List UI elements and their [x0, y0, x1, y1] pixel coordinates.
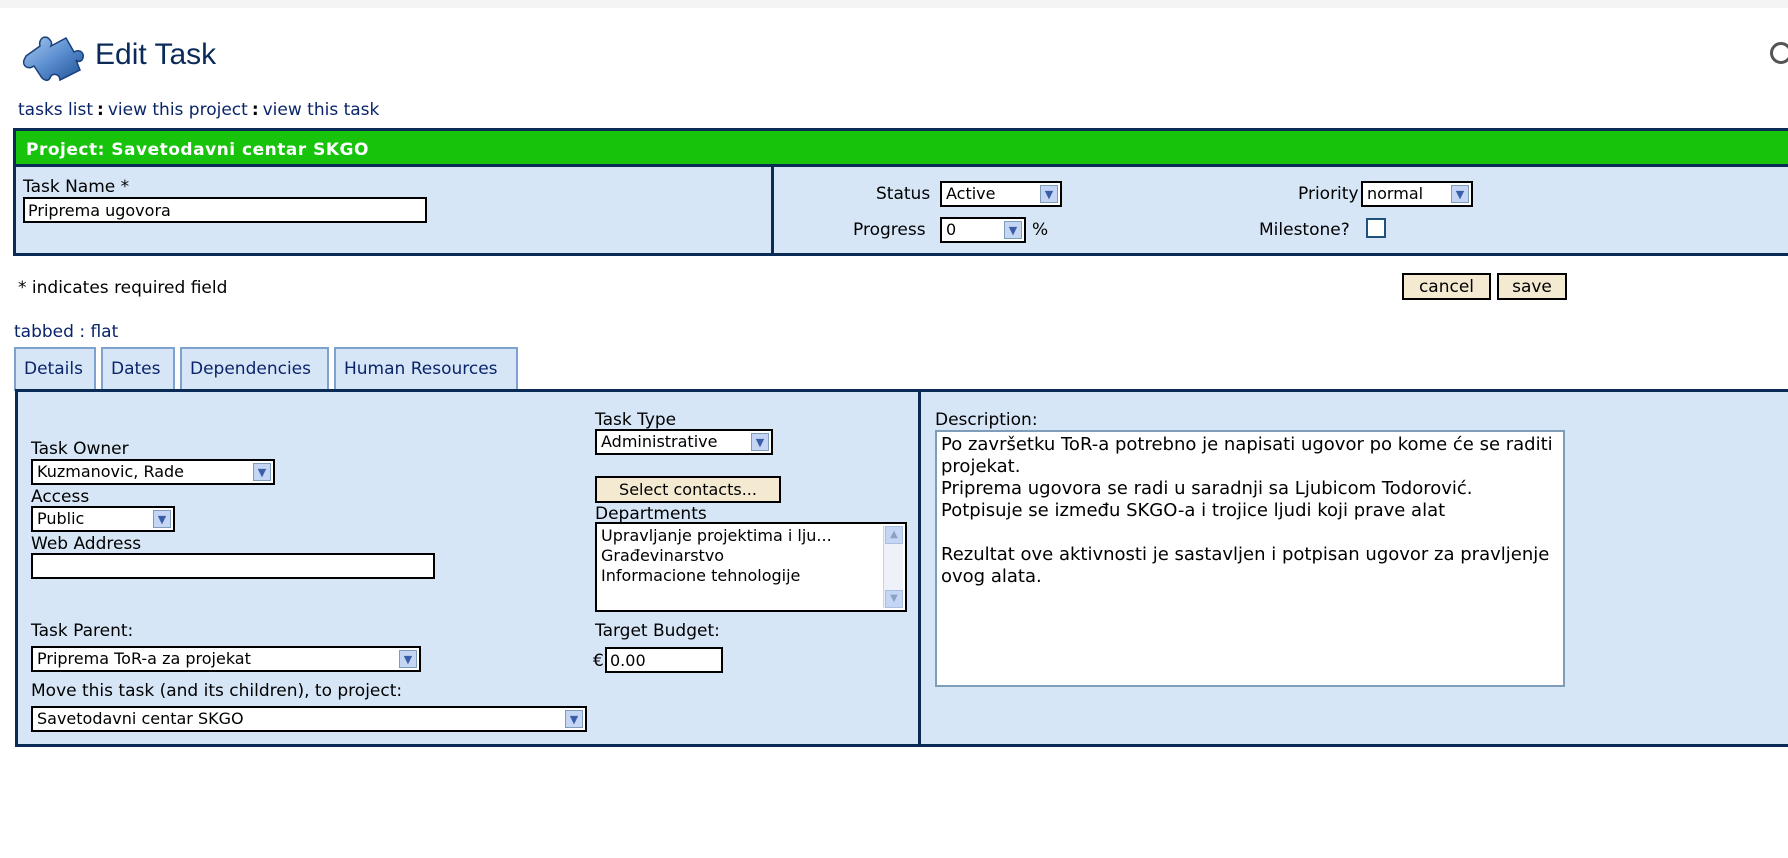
task-owner-select[interactable]: Kuzmanovic, Rade ▼ [31, 459, 275, 485]
status-label: Status [876, 184, 931, 204]
target-budget-input[interactable] [605, 647, 723, 673]
currency-symbol: € [593, 651, 604, 671]
task-parent-select[interactable]: Priprema ToR-a za projekat ▼ [31, 646, 421, 672]
progress-select[interactable]: 0 ▼ [940, 217, 1026, 243]
chevron-down-icon: ▼ [1004, 221, 1022, 239]
priority-select[interactable]: normal ▼ [1361, 181, 1473, 207]
tab-human-resources[interactable]: Human Resources [334, 347, 518, 391]
top-strip [0, 0, 1788, 8]
status-value: Active [946, 184, 996, 203]
view-task-link[interactable]: view this task [263, 100, 380, 120]
list-item[interactable]: Upravljanje projektima i lju... [601, 526, 901, 546]
move-project-value: Savetodavni centar SKGO [37, 709, 244, 728]
move-project-select[interactable]: Savetodavni centar SKGO ▼ [31, 706, 587, 732]
task-type-value: Administrative [601, 432, 718, 451]
view-project-link[interactable]: view this project [108, 100, 248, 120]
breadcrumb: tasks list: view this project: view this t… [18, 100, 379, 120]
list-item[interactable]: Informacione tehnologije [601, 566, 901, 586]
milestone-label: Milestone? [1259, 220, 1350, 240]
chevron-down-icon: ▼ [153, 510, 171, 528]
chevron-down-icon: ▼ [1040, 185, 1058, 203]
access-select[interactable]: Public ▼ [31, 506, 175, 532]
details-panel: Task Owner Kuzmanovic, Rade ▼ Access Pub… [15, 389, 1788, 747]
breadcrumb-separator: : [97, 100, 104, 120]
project-heading: Project: Savetodavni centar SKGO [16, 131, 1788, 167]
scrollbar[interactable]: ▲ ▼ [883, 526, 903, 608]
cancel-button[interactable]: cancel [1402, 273, 1491, 300]
chevron-down-icon: ▼ [399, 650, 417, 668]
task-owner-label: Task Owner [31, 439, 129, 459]
chevron-down-icon: ▼ [253, 463, 271, 481]
flat-link[interactable]: flat [90, 322, 118, 342]
progress-label: Progress [853, 220, 926, 240]
description-textarea[interactable]: Po završetku ToR-a potrebno je napisati … [935, 430, 1565, 687]
access-label: Access [31, 487, 90, 507]
departments-label: Departments [595, 504, 707, 524]
web-address-input[interactable] [31, 553, 435, 579]
tab-dependencies[interactable]: Dependencies [180, 347, 329, 391]
description-label: Description: [935, 410, 1038, 430]
save-button[interactable]: save [1497, 273, 1567, 300]
required-note: * indicates required field [18, 278, 228, 298]
chevron-down-icon: ▼ [1451, 185, 1469, 203]
access-value: Public [37, 509, 85, 528]
task-name-input[interactable] [23, 197, 427, 223]
chevron-down-icon: ▼ [751, 433, 769, 451]
view-mode-separator: : [79, 322, 86, 342]
help-icon[interactable] [1770, 42, 1788, 64]
chevron-up-icon[interactable]: ▲ [885, 526, 903, 544]
page-title: Edit Task [95, 38, 217, 71]
puzzle-piece-icon [22, 36, 85, 82]
target-budget-label: Target Budget: [595, 621, 720, 641]
milestone-checkbox[interactable] [1366, 218, 1386, 238]
progress-value: 0 [946, 220, 957, 239]
task-type-label: Task Type [595, 410, 677, 430]
web-address-label: Web Address [31, 534, 142, 554]
select-contacts-button[interactable]: Select contacts... [595, 476, 781, 503]
move-task-label: Move this task (and its children), to pr… [31, 681, 403, 701]
breadcrumb-separator: : [251, 100, 259, 120]
panel-divider [918, 392, 921, 747]
task-type-select[interactable]: Administrative ▼ [595, 429, 773, 455]
progress-unit: % [1032, 220, 1049, 240]
tab-details[interactable]: Details [14, 347, 96, 391]
view-mode-switch: tabbed : flat [14, 322, 118, 342]
priority-value: normal [1367, 184, 1424, 203]
task-parent-value: Priprema ToR-a za projekat [37, 649, 251, 668]
task-name-label: Task Name * [23, 177, 130, 197]
chevron-down-icon[interactable]: ▼ [885, 590, 903, 608]
tabbed-link[interactable]: tabbed [14, 322, 74, 342]
status-select[interactable]: Active ▼ [940, 181, 1062, 207]
tab-dates[interactable]: Dates [101, 347, 175, 391]
departments-list[interactable]: Upravljanje projektima i lju... Građevin… [595, 522, 907, 612]
chevron-down-icon: ▼ [565, 710, 583, 728]
panel-divider [771, 167, 774, 256]
task-owner-value: Kuzmanovic, Rade [37, 462, 185, 481]
list-item[interactable]: Građevinarstvo [601, 546, 901, 566]
task-parent-label: Task Parent: [31, 621, 134, 641]
project-panel: Project: Savetodavni centar SKGO Task Na… [13, 128, 1788, 256]
tasks-list-link[interactable]: tasks list [18, 100, 93, 120]
